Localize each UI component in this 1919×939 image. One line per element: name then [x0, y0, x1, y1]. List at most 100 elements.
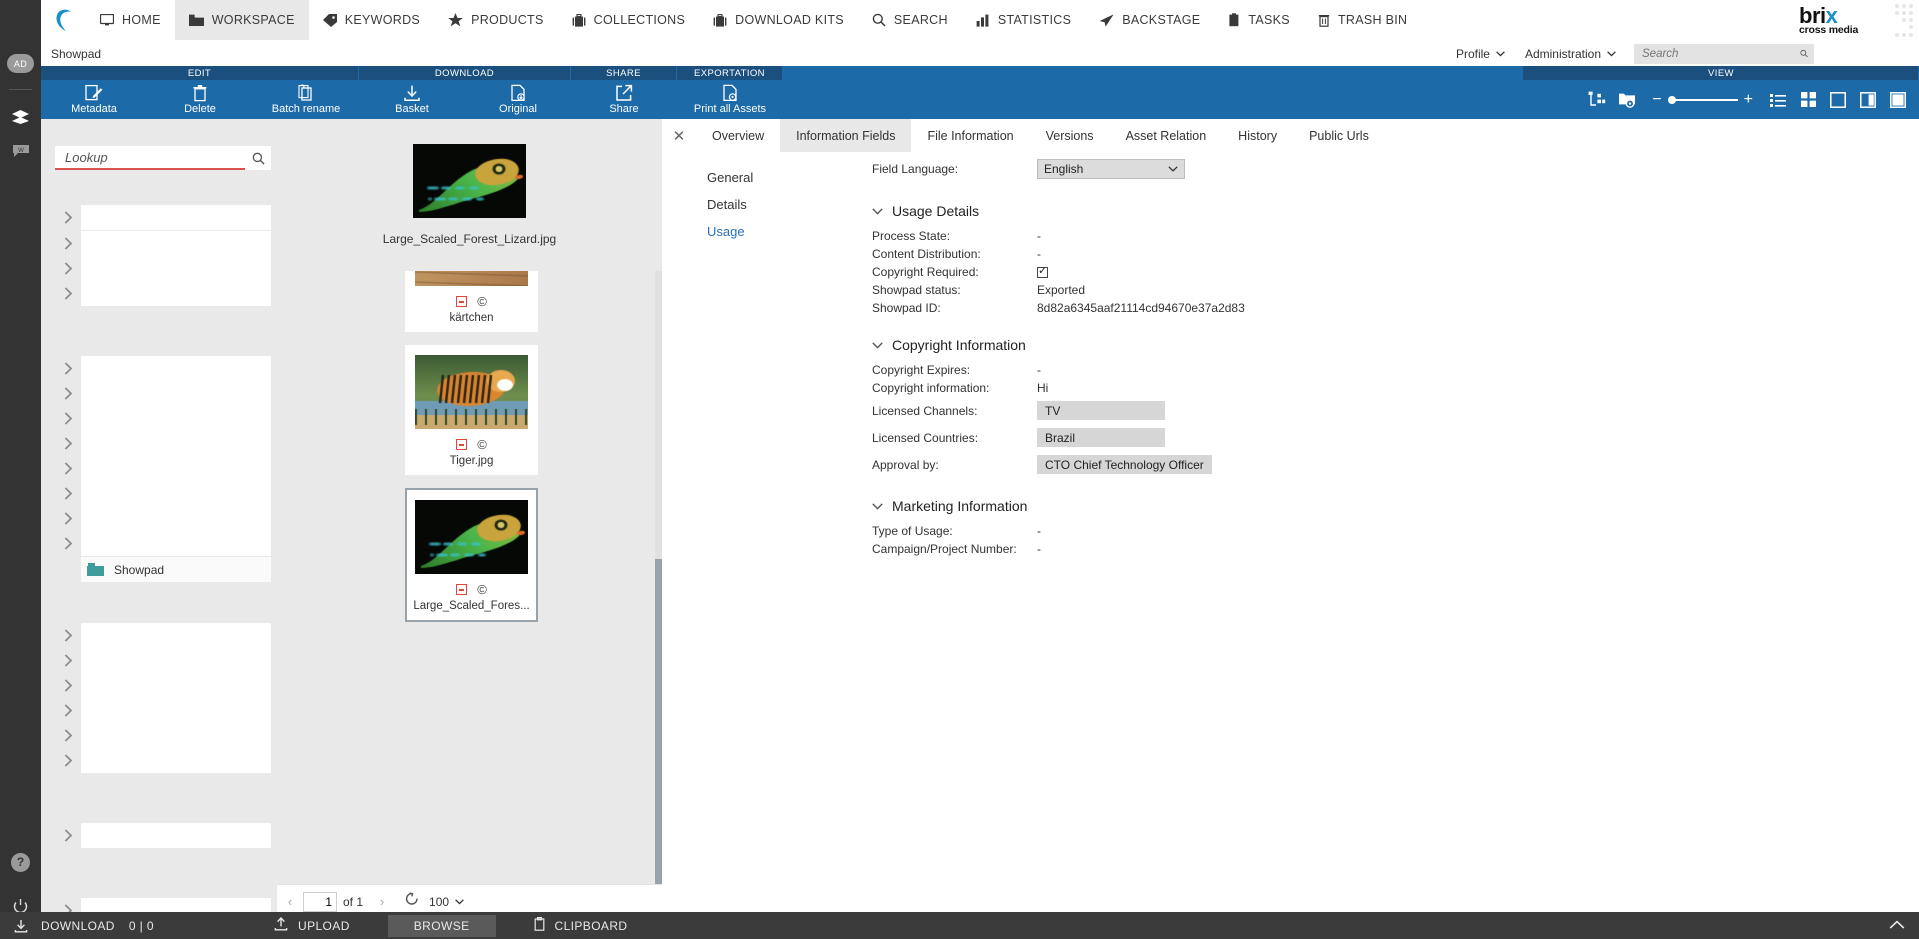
- tree-node-body[interactable]: [81, 673, 271, 698]
- zoom-slider-handle[interactable]: [1667, 95, 1676, 104]
- search-input[interactable]: [1640, 46, 1800, 61]
- tree-node-body[interactable]: [81, 431, 271, 456]
- lookup-input[interactable]: Lookup: [55, 146, 245, 170]
- tree-node[interactable]: [55, 256, 271, 281]
- chevron-right-icon[interactable]: [55, 387, 81, 400]
- form-field-tag[interactable]: Brazil: [1037, 428, 1165, 447]
- profile-menu[interactable]: Profile: [1448, 45, 1513, 63]
- chevron-right-icon[interactable]: [55, 679, 81, 692]
- browse-tab[interactable]: BROWSE: [387, 914, 496, 937]
- subnav-item-general[interactable]: General: [707, 164, 837, 191]
- breadcrumb[interactable]: Showpad: [41, 47, 101, 61]
- administration-menu[interactable]: Administration: [1517, 45, 1624, 63]
- copyright-icon[interactable]: ©: [477, 295, 487, 308]
- tree-node-body[interactable]: [81, 531, 271, 556]
- chevron-right-icon[interactable]: [55, 629, 81, 642]
- chevron-right-icon[interactable]: [55, 412, 81, 425]
- thumbnail-image[interactable]: [415, 355, 528, 429]
- tree-node[interactable]: [55, 723, 271, 748]
- thumbnail-card[interactable]: © Large_Scaled_Fores...: [405, 488, 538, 622]
- restricted-icon[interactable]: [456, 439, 468, 450]
- nav-item-search[interactable]: SEARCH: [858, 0, 962, 40]
- tab-public-urls[interactable]: Public Urls: [1293, 119, 1385, 152]
- tree-node-body[interactable]: [81, 748, 271, 773]
- list-view-icon[interactable]: [1763, 80, 1793, 119]
- tree-node-body[interactable]: [81, 381, 271, 406]
- tree-node-body[interactable]: [81, 406, 271, 431]
- form-section-header[interactable]: Copyright Information: [872, 337, 1772, 353]
- restricted-icon[interactable]: [456, 584, 468, 595]
- tree-node-showpad[interactable]: Showpad: [55, 557, 271, 582]
- nav-item-keywords[interactable]: KEYWORDS: [309, 0, 434, 40]
- metadata-button[interactable]: Metadata: [41, 80, 147, 119]
- tree-node-body[interactable]: Showpad: [81, 557, 271, 582]
- tree-node[interactable]: [55, 406, 271, 431]
- tree-node-body[interactable]: [81, 356, 271, 381]
- form-section-header[interactable]: Usage Details: [872, 203, 1772, 219]
- chevron-up-icon[interactable]: [1889, 919, 1919, 933]
- chevron-right-icon[interactable]: [55, 754, 81, 767]
- copyright-icon[interactable]: ©: [477, 438, 487, 451]
- chevron-right-icon[interactable]: [55, 237, 81, 250]
- chevron-right-icon[interactable]: [55, 437, 81, 450]
- nav-item-products[interactable]: PRODUCTS: [434, 0, 558, 40]
- chevron-right-icon[interactable]: [55, 512, 81, 525]
- tree-node[interactable]: [55, 648, 271, 673]
- c-logo-icon[interactable]: [41, 0, 86, 40]
- tree-node-body[interactable]: [81, 623, 271, 648]
- copyright-icon[interactable]: ©: [477, 583, 487, 596]
- chevron-right-icon[interactable]: [55, 487, 81, 500]
- folder-preview-icon[interactable]: [1612, 80, 1642, 119]
- tree-node-body[interactable]: [81, 698, 271, 723]
- avatar[interactable]: AD: [7, 54, 34, 73]
- tree-view-icon[interactable]: [1582, 80, 1612, 119]
- tree-node[interactable]: [55, 531, 271, 556]
- batch-rename-button[interactable]: Batch rename: [253, 80, 359, 119]
- layout-split-icon[interactable]: [1853, 80, 1883, 119]
- tree-node-body[interactable]: [81, 205, 271, 230]
- clipboard-button[interactable]: CLIPBOARD: [534, 917, 628, 934]
- chevron-right-icon[interactable]: [55, 211, 81, 224]
- tree-node[interactable]: [55, 431, 271, 456]
- tree-node[interactable]: [55, 748, 271, 773]
- thumbnail-card[interactable]: © Tiger.jpg: [405, 345, 538, 475]
- original-button[interactable]: Original: [465, 80, 571, 119]
- tab-overview[interactable]: Overview: [696, 119, 780, 152]
- subnav-item-details[interactable]: Details: [707, 191, 837, 218]
- tree-node[interactable]: [55, 456, 271, 481]
- tree-node[interactable]: [55, 381, 271, 406]
- tree-node-body[interactable]: [81, 256, 271, 281]
- tab-versions[interactable]: Versions: [1030, 119, 1110, 152]
- tree-node[interactable]: [55, 506, 271, 531]
- page-refresh-button[interactable]: [395, 892, 429, 911]
- nav-item-tasks[interactable]: TASKS: [1214, 0, 1304, 40]
- comment-w-icon[interactable]: W: [0, 134, 41, 168]
- zoom-out-icon[interactable]: −: [1652, 91, 1661, 109]
- form-field-tag[interactable]: CTO Chief Technology Officer: [1037, 455, 1212, 474]
- chevron-right-icon[interactable]: [55, 829, 81, 842]
- close-icon[interactable]: ✕: [662, 119, 696, 152]
- basket-button[interactable]: Basket: [359, 80, 465, 119]
- chevron-right-icon[interactable]: ›: [369, 894, 395, 909]
- tree-node-body[interactable]: [81, 231, 271, 256]
- tab-information-fields[interactable]: Information Fields: [780, 119, 912, 152]
- tree-node-body[interactable]: [81, 281, 271, 306]
- subnav-item-usage[interactable]: Usage: [707, 218, 837, 245]
- tree-node-body[interactable]: [81, 481, 271, 506]
- download-status-label[interactable]: DOWNLOAD: [41, 919, 115, 933]
- chevron-right-icon[interactable]: [55, 537, 81, 550]
- page-number-input[interactable]: [303, 891, 337, 912]
- zoom-slider-control[interactable]: − +: [1642, 91, 1763, 109]
- tree-node-body[interactable]: [81, 648, 271, 673]
- nav-item-workspace[interactable]: WORKSPACE: [174, 0, 309, 40]
- nav-item-backstage[interactable]: BACKSTAGE: [1085, 0, 1214, 40]
- tab-file-information[interactable]: File Information: [911, 119, 1029, 152]
- tree-node[interactable]: [55, 823, 271, 848]
- form-field-checkbox[interactable]: [1037, 264, 1048, 278]
- restricted-icon[interactable]: [456, 296, 468, 307]
- download-icon[interactable]: [0, 919, 41, 933]
- help-icon[interactable]: ?: [0, 845, 41, 879]
- share-button[interactable]: Share: [571, 80, 677, 119]
- tree-node[interactable]: [55, 231, 271, 256]
- tree-node[interactable]: [55, 481, 271, 506]
